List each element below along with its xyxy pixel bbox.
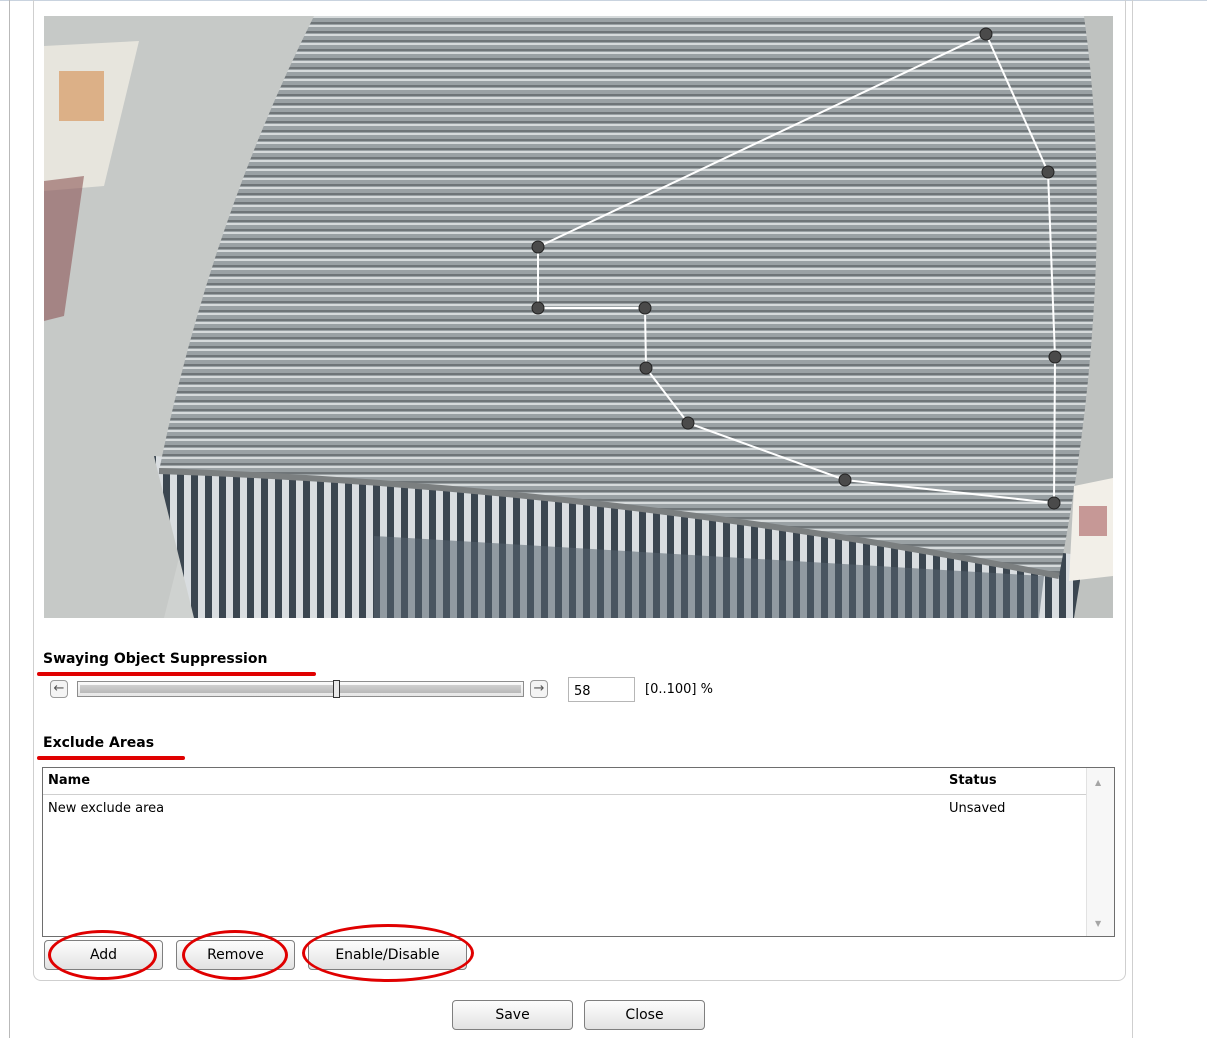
exclude-area-polygon[interactable] <box>44 16 1113 618</box>
camera-view[interactable] <box>44 16 1113 618</box>
column-header-name[interactable]: Name <box>48 773 90 788</box>
header-divider <box>43 794 1088 795</box>
polygon-vertex[interactable] <box>531 240 545 254</box>
title-underline-annotation <box>37 756 185 760</box>
column-header-status[interactable]: Status <box>949 773 997 788</box>
polygon-vertex[interactable] <box>1048 350 1062 364</box>
enable-disable-button-annotation <box>302 924 474 982</box>
sway-range-label: [0..100] % <box>645 682 713 697</box>
arrow-left-icon[interactable]: ← <box>50 680 68 698</box>
sway-slider-row: ← → [0..100] % <box>50 677 750 702</box>
remove-button-annotation <box>182 930 288 980</box>
polygon-vertex[interactable] <box>681 416 695 430</box>
exclude-areas-table: Name Status New exclude area Unsaved ▲ ▼ <box>42 767 1115 937</box>
polygon-outline[interactable] <box>537 32 1057 505</box>
sway-value-input[interactable] <box>568 677 635 702</box>
arrow-right-icon[interactable]: → <box>530 680 548 698</box>
polygon-vertex[interactable] <box>531 301 545 315</box>
scroll-up-icon[interactable]: ▲ <box>1095 778 1101 787</box>
polygon-vertex[interactable] <box>638 301 652 315</box>
polygon-vertex[interactable] <box>979 27 993 41</box>
right-frame-edge <box>1132 0 1133 1038</box>
sway-slider-fill <box>80 685 521 693</box>
polygon-vertex[interactable] <box>1041 165 1055 179</box>
row-name: New exclude area <box>48 801 165 816</box>
polygon-vertex[interactable] <box>639 361 653 375</box>
exclude-areas-title: Exclude Areas <box>43 735 155 751</box>
title-underline-annotation <box>37 672 316 676</box>
sway-suppression-title: Swaying Object Suppression <box>43 651 268 667</box>
left-frame-edge <box>9 0 10 1038</box>
sway-slider-thumb[interactable] <box>332 680 340 698</box>
sway-slider-track[interactable] <box>77 680 524 698</box>
row-status: Unsaved <box>949 801 1006 816</box>
add-button-annotation <box>48 930 157 980</box>
save-button[interactable]: Save <box>452 1000 573 1030</box>
polygon-vertex[interactable] <box>838 473 852 487</box>
table-scrollbar[interactable]: ▲ ▼ <box>1086 768 1114 936</box>
close-button[interactable]: Close <box>584 1000 705 1030</box>
polygon-vertex[interactable] <box>1047 496 1061 510</box>
scroll-down-icon[interactable]: ▼ <box>1095 919 1101 928</box>
